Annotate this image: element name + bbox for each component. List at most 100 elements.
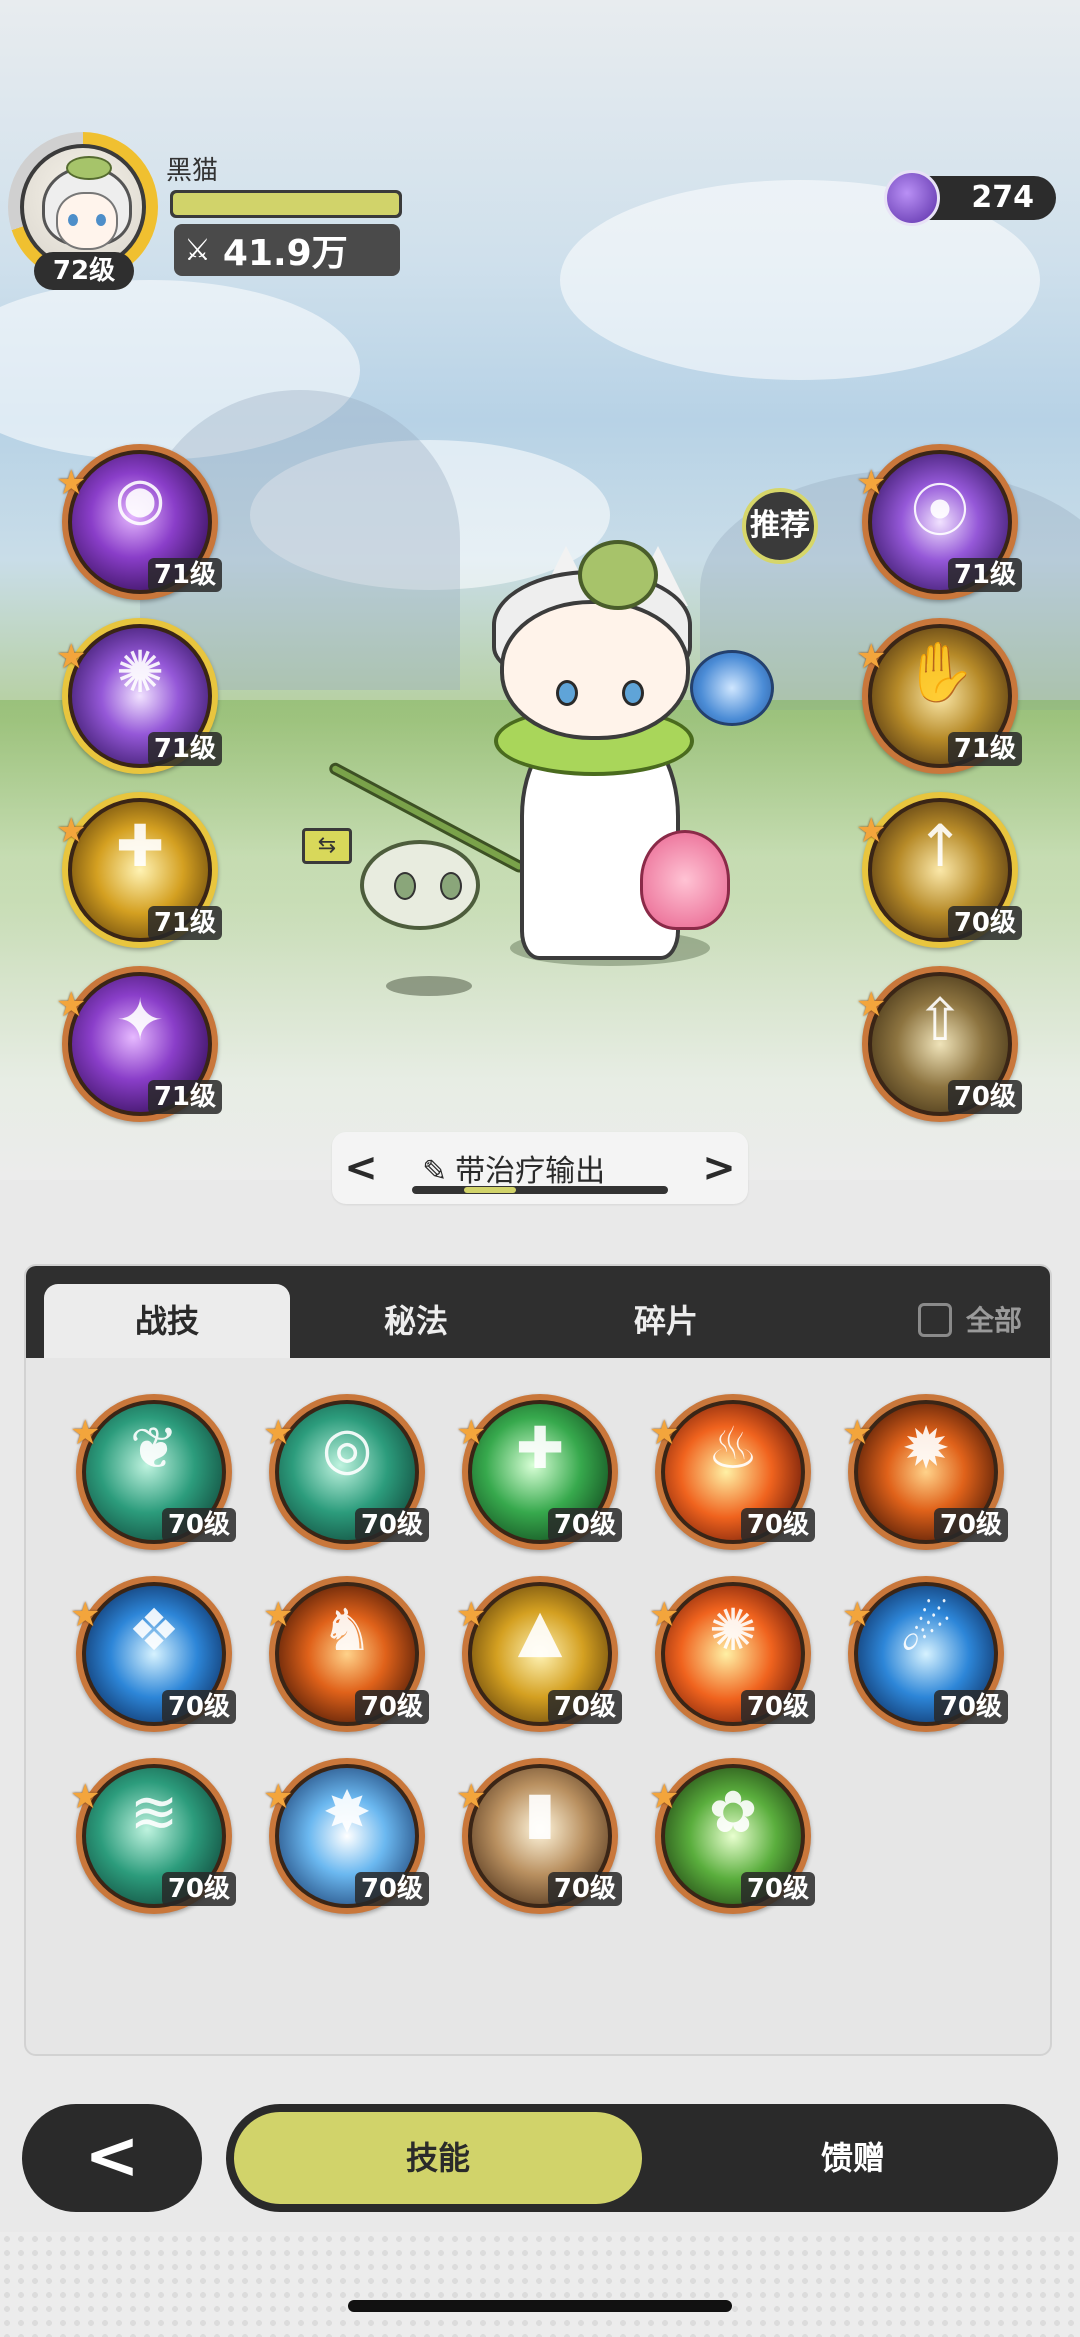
skill-glyph: ✺ [115, 638, 165, 706]
skill-glyph: ◉ [114, 464, 166, 532]
skill-orb[interactable]: ♨ 70级 ★ [649, 1394, 815, 1550]
show-all-label: 全部 [965, 1304, 1022, 1337]
skill-level: 70级 [740, 1690, 815, 1724]
star-icon: ★ [856, 985, 887, 1025]
skill-level: 70级 [947, 1080, 1022, 1114]
combat-power-value: 41.9万 [222, 233, 348, 274]
skill-glyph: ❦ [129, 1414, 179, 1482]
skill-orb[interactable]: ✚ 70级 ★ [456, 1394, 622, 1550]
skill-glyph: ☄ [900, 1596, 952, 1664]
skill-orb[interactable]: ✚ 71级 ★ [56, 792, 222, 948]
build-name-text: 带治疗输出 [455, 1154, 606, 1189]
skill-level: 70级 [740, 1508, 815, 1542]
skill-orb[interactable]: ≋ 70级 ★ [70, 1758, 236, 1914]
skill-level: 70级 [947, 906, 1022, 940]
skill-orb[interactable]: ✦ 71级 ★ [56, 966, 222, 1122]
skill-level: 70级 [547, 1690, 622, 1724]
skill-orb[interactable]: ◉ 71级 ★ [56, 444, 222, 600]
skill-level: 70级 [547, 1508, 622, 1542]
build-prev-button[interactable]: < [336, 1132, 386, 1204]
skill-orb[interactable]: ↑ 70级 ★ [856, 792, 1022, 948]
build-page-thumb [464, 1187, 516, 1193]
skill-orb[interactable]: ✺ 71级 ★ [56, 618, 222, 774]
avatar-face [56, 192, 118, 250]
skill-inventory-panel: 战技 秘法 碎片 全部 ❦ 70级 ★ ◎ 70级 ★ ✚ 70级 ★ ♨ 70级 ★ ✹ 70级 ★ ❖ 70… [24, 1264, 1052, 2056]
avatar-eye [96, 214, 106, 226]
skill-glyph: ✿ [708, 1778, 758, 1846]
tab-secret-arts[interactable]: 秘法 [316, 1284, 516, 1358]
skill-glyph: ✹ [901, 1414, 951, 1482]
purple-gem-icon [884, 170, 940, 226]
skill-glyph: ♞ [321, 1596, 373, 1664]
star-icon: ★ [263, 1413, 294, 1453]
tab-fragments[interactable]: 碎片 [566, 1284, 766, 1358]
tab-combat-skills[interactable]: 战技 [44, 1284, 290, 1358]
back-button[interactable]: < [22, 2104, 202, 2212]
currency-counter[interactable]: 274 [884, 170, 1056, 226]
skill-glyph: ◎ [321, 1414, 373, 1482]
swap-pet-icon[interactable]: ⇆ [302, 828, 352, 864]
skill-orb[interactable]: ⦿ 71级 ★ [856, 444, 1022, 600]
star-icon: ★ [56, 463, 87, 503]
star-icon: ★ [856, 637, 887, 677]
skill-glyph: ⇧ [915, 986, 965, 1054]
tab-skills[interactable]: 技能 [234, 2112, 642, 2204]
skill-orb[interactable]: ⇧ 70级 ★ [856, 966, 1022, 1122]
pencil-icon: ✎ [422, 1154, 448, 1189]
pet-eye [394, 872, 416, 900]
skill-orb[interactable]: ☄ 70级 ★ [842, 1576, 1008, 1732]
skill-glyph: ≋ [129, 1778, 179, 1846]
player-level-badge: 72级 [34, 252, 134, 290]
skill-orb[interactable]: ♞ 70级 ★ [263, 1576, 429, 1732]
skill-level: 70级 [933, 1508, 1008, 1542]
skill-orb[interactable]: ▲ 70级 ★ [456, 1576, 622, 1732]
star-icon: ★ [56, 985, 87, 1025]
skill-glyph: ✚ [515, 1414, 565, 1482]
build-next-button[interactable]: > [694, 1132, 744, 1204]
skill-orb[interactable]: ◎ 70级 ★ [263, 1394, 429, 1550]
star-icon: ★ [649, 1413, 680, 1453]
skill-level: 70级 [740, 1872, 815, 1906]
crossed-swords-icon: ⚔ [184, 232, 211, 268]
show-all-filter[interactable]: 全部 [917, 1284, 1022, 1358]
avatar-leaf-hat [66, 156, 112, 180]
skill-level: 70级 [354, 1508, 429, 1542]
skill-glyph: ▮ [524, 1778, 556, 1846]
star-icon: ★ [856, 811, 887, 851]
skill-orb[interactable]: ✿ 70级 ★ [649, 1758, 815, 1914]
skill-level: 70级 [161, 1690, 236, 1724]
skill-orb[interactable]: ❦ 70级 ★ [70, 1394, 236, 1550]
star-icon: ★ [56, 811, 87, 851]
home-indicator[interactable] [348, 2300, 732, 2312]
player-avatar[interactable]: 72级 [8, 132, 158, 290]
star-icon: ★ [263, 1595, 294, 1635]
build-name[interactable]: ✎ 带治疗输出 [422, 1146, 605, 1190]
star-icon: ★ [649, 1595, 680, 1635]
checkbox-icon[interactable] [917, 1303, 952, 1337]
pet-companion[interactable] [360, 840, 480, 930]
star-icon: ★ [456, 1595, 487, 1635]
skill-orb[interactable]: ❖ 70级 ★ [70, 1576, 236, 1732]
skill-glyph: ↑ [915, 812, 965, 880]
player-hp-bar [170, 190, 402, 218]
skill-orb[interactable]: ✺ 70级 ★ [649, 1576, 815, 1732]
recommend-button[interactable]: 推荐 [742, 488, 818, 564]
leaf-hat [578, 540, 658, 610]
currency-value: 274 [971, 180, 1034, 215]
combat-power: ⚔ 41.9万 [174, 224, 400, 276]
skill-level: 71级 [947, 558, 1022, 592]
tab-gifts[interactable]: 馈赠 [656, 2112, 1050, 2204]
character-face [500, 600, 690, 740]
skill-level: 70级 [161, 1872, 236, 1906]
skill-glyph: ❖ [128, 1596, 180, 1664]
blue-rose [690, 650, 774, 726]
skill-orb[interactable]: ▮ 70级 ★ [456, 1758, 622, 1914]
skill-glyph: ✚ [115, 812, 165, 880]
skill-orb[interactable]: ✸ 70级 ★ [263, 1758, 429, 1914]
star-icon: ★ [70, 1595, 101, 1635]
skill-level: 71级 [947, 732, 1022, 766]
pet-shadow [386, 976, 472, 996]
skill-glyph: ✦ [115, 986, 165, 1054]
skill-orb[interactable]: ✋ 71级 ★ [856, 618, 1022, 774]
skill-orb[interactable]: ✹ 70级 ★ [842, 1394, 1008, 1550]
